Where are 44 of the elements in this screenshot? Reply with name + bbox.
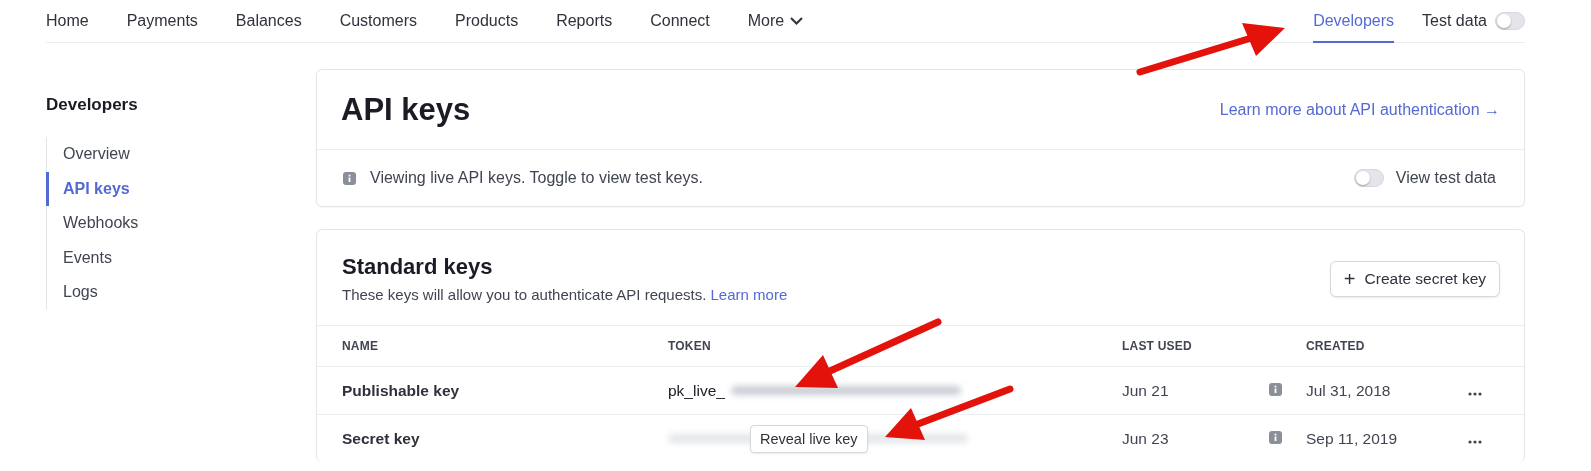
nav-tab[interactable]: Customers [320,0,436,43]
more-icon[interactable] [1468,391,1482,396]
auth-link[interactable]: Learn more about API authentication → [1219,100,1500,119]
token-text: pk_live_ [668,381,725,400]
sidebar-item[interactable]: API keys [46,171,316,206]
toggle-switch[interactable] [1353,169,1384,187]
sidebar-item[interactable]: Logs [46,275,316,310]
sidebar-title: Developers [46,95,139,115]
table-cell-text: Secret key [342,429,421,448]
table-cell-text: Publishable key [342,381,461,400]
section-description: These keys will allow you to authenticate API requests. Learn more [342,286,788,303]
nav-tab[interactable]: More [728,0,823,43]
nav-tab[interactable]: Developers [1313,0,1395,43]
column-header: NAME [342,339,380,353]
nav-tab[interactable]: Products [436,0,538,43]
column-header: CREATED [1306,339,1366,353]
toggle-label: View test data [1395,169,1496,187]
column-header: TOKEN [668,339,712,353]
nav-tab[interactable]: Home [46,0,108,43]
nav-tab[interactable]: Reports [537,0,632,43]
table-cell-text: Sep 11, 2019 [1306,429,1399,448]
nav-tab[interactable]: Connect [631,0,729,43]
sidebar-item[interactable]: Webhooks [46,206,316,241]
toggle-switch[interactable] [1495,12,1525,30]
reveal-key-button[interactable]: Reveal live key [750,424,868,453]
nav-tab[interactable]: Balances [216,0,321,43]
info-icon [343,171,356,185]
create-secret-key-button[interactable]: + Create secret key [1329,261,1500,297]
page-title: API keys [341,91,471,128]
learn-more-link[interactable]: Learn more [710,286,788,303]
table-cell-text: Jul 31, 2018 [1306,381,1392,400]
more-icon[interactable] [1468,439,1482,444]
chevron-down-icon [790,16,804,25]
section-title: Standard keys [342,254,494,280]
nav-tab[interactable]: Payments [107,0,217,43]
column-header: LAST USED [1122,339,1193,353]
sidebar-item[interactable]: Events [46,240,316,275]
notice-text: Viewing live API keys. Toggle to view test keys. [370,169,704,187]
table-cell-text: Jun 23 [1122,429,1170,448]
info-icon [1269,430,1282,444]
sidebar-item[interactable]: Overview [46,137,316,172]
table-cell-text: Jun 21 [1122,381,1170,400]
toggle-label: Test data [1422,12,1487,30]
info-icon [1269,382,1282,396]
